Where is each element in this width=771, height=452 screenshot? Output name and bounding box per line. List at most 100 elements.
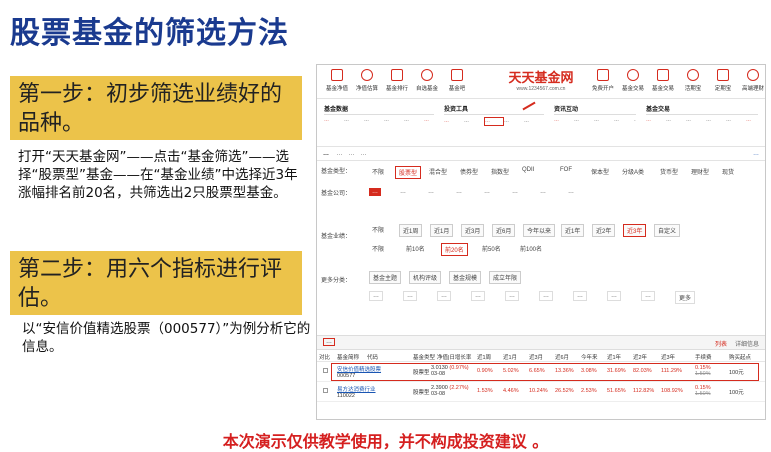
filter-option[interactable]: 前100名 [517, 243, 545, 254]
nav-item-4[interactable]: 基金吧 [439, 69, 475, 92]
submenu-link[interactable]: … [646, 117, 666, 124]
filter-option[interactable]: … [471, 291, 485, 301]
submenu-link[interactable]: … [404, 117, 424, 124]
submenu-link[interactable]: … [594, 117, 614, 124]
filter-option[interactable]: 前50名 [479, 243, 504, 254]
submenu-link[interactable]: … [524, 118, 544, 125]
submenu-link[interactable]: … [686, 117, 706, 124]
checkbox[interactable] [323, 368, 328, 374]
filter-option[interactable]: 基金主题 [369, 271, 402, 284]
column-header: 手续费 [695, 355, 712, 361]
filter-option[interactable]: … [369, 188, 381, 196]
submenu-link[interactable]: … [464, 118, 484, 125]
filter-option[interactable]: 货币型 [657, 166, 681, 177]
tab-0[interactable]: 列表 [715, 342, 727, 348]
submenu-heading: 资讯互动 [554, 104, 636, 115]
filter-option[interactable]: … [509, 188, 521, 196]
submenu-link[interactable]: … [424, 117, 434, 124]
submenu-link[interactable]: … [634, 117, 636, 124]
filter-option[interactable]: 自定义 [654, 224, 681, 237]
filter-option[interactable]: 基金规模 [449, 271, 482, 284]
submenu-link[interactable]: … [554, 117, 574, 124]
filter-option[interactable]: 近3月 [461, 224, 485, 237]
filter-option[interactable]: … [453, 188, 465, 196]
fee-original: 1.50% [695, 391, 711, 397]
filter-option[interactable]: 不限 [369, 166, 387, 177]
filter-option[interactable]: 理财型 [688, 166, 712, 177]
filter-option[interactable]: FOF [557, 166, 575, 174]
submenu-link[interactable]: … [504, 118, 524, 125]
crumb-chip[interactable]: … [337, 151, 343, 157]
filter-option[interactable]: 保本型 [588, 166, 612, 177]
filter-option[interactable]: 混合型 [426, 166, 450, 177]
compare-checkbox[interactable] [323, 388, 328, 394]
crumbs-right-link[interactable]: … [753, 151, 759, 157]
filter-option[interactable]: 近2年 [592, 224, 616, 237]
tab-1[interactable]: 详细信息 [735, 342, 759, 348]
table-row: 易方达消费行业 110022 股票型 2.3900 (2.27%) 03-08 1.53%… [317, 382, 765, 402]
column-header: 今年来 [581, 355, 598, 361]
fund-name-cell: 易方达消费行业 110022 [337, 385, 376, 399]
crumb-chip[interactable]: … [349, 151, 355, 157]
filter-option[interactable]: … [481, 188, 493, 196]
filter-option[interactable]: 近1月 [430, 224, 454, 237]
filter-option[interactable]: … [505, 291, 519, 301]
filter-option[interactable]: … [437, 291, 451, 301]
submenu-link[interactable]: … [746, 117, 758, 124]
filter-option[interactable]: … [641, 291, 655, 301]
checkbox[interactable] [323, 388, 328, 394]
filter-option[interactable]: … [573, 291, 587, 301]
filter-option[interactable]: 不限 [369, 243, 387, 254]
filter-option[interactable]: … [539, 291, 553, 301]
filter-row-more: 更多分类： 基金主题 机构评级 基金规模 成立年限 … … … … … … … … … 更多 [317, 269, 765, 313]
disclaimer: 本次演示仅供教学使用，并不构成投资建议 。 [222, 432, 549, 451]
filter-option[interactable]: 分级A类 [619, 166, 647, 177]
submenu-link[interactable]: … [444, 118, 464, 125]
step1-heading: 第一步：初步筛选业绩好的品种。 [10, 76, 302, 140]
crumb-chip[interactable]: … [361, 151, 367, 157]
nav-item-5[interactable]: 高端理财 [735, 69, 765, 92]
submenu-link[interactable]: … [364, 117, 384, 124]
submenu-link[interactable]: … [726, 117, 746, 124]
submenu-link[interactable]: … [706, 117, 726, 124]
column-header: 近2年 [633, 355, 648, 361]
table-row: 安信价值精选股票 000577 股票型 3.0130 (0.97%) 03-08 0.90… [317, 362, 765, 382]
filter-option[interactable]: … [403, 291, 417, 301]
filter-option[interactable]: 现货 [719, 166, 737, 177]
filter-option[interactable]: 近1周 [399, 224, 423, 237]
submenu-link[interactable]: … [384, 117, 404, 124]
filter-option[interactable]: 指数型 [488, 166, 512, 177]
site-logo[interactable]: 天天基金网 www.1234567.com.cn [499, 67, 583, 97]
filter-option[interactable]: 前20名 [441, 243, 468, 256]
filter-option[interactable]: 前10名 [403, 243, 428, 254]
submenu-link[interactable]: … [614, 117, 634, 124]
filter-option[interactable]: 债券型 [457, 166, 481, 177]
filter-option[interactable]: QDII [519, 166, 537, 174]
compare-checkbox[interactable] [323, 368, 328, 374]
submenu-link[interactable]: … [324, 117, 344, 124]
filter-row-fund-type: 基金类型： 不限 股票型 混合型 债券型 指数型 QDII FOF 保本型 分级A类 货币型 理财型… [317, 163, 765, 185]
results-count: … [323, 338, 335, 346]
filter-option[interactable]: 更多 [675, 291, 696, 304]
star-icon [421, 69, 433, 81]
filter-option[interactable]: 近3年 [623, 224, 647, 237]
filter-option[interactable]: 近6月 [492, 224, 516, 237]
filter-option[interactable]: … [369, 291, 383, 301]
filter-option[interactable]: … [425, 188, 437, 196]
results-view-tabs: 列表 详细信息 [707, 339, 759, 348]
filter-option[interactable]: 股票型 [395, 166, 422, 179]
filter-option[interactable]: 不限 [369, 224, 387, 235]
filter-option[interactable]: … [537, 188, 549, 196]
submenu-link[interactable]: … [666, 117, 686, 124]
filter-option[interactable]: 机构评级 [409, 271, 442, 284]
filter-option[interactable]: … [607, 291, 621, 301]
submenu-link[interactable]: … [344, 117, 364, 124]
filter-option[interactable]: … [565, 188, 577, 196]
filter-option[interactable]: 今年以来 [523, 224, 556, 237]
filter-option[interactable]: 近1年 [561, 224, 585, 237]
filter-option[interactable]: 成立年限 [489, 271, 522, 284]
submenu-link[interactable]: … [574, 117, 594, 124]
column-header: 对比 [319, 355, 331, 361]
submenu-link[interactable]: … [484, 117, 504, 126]
filter-option[interactable]: … [397, 188, 409, 196]
